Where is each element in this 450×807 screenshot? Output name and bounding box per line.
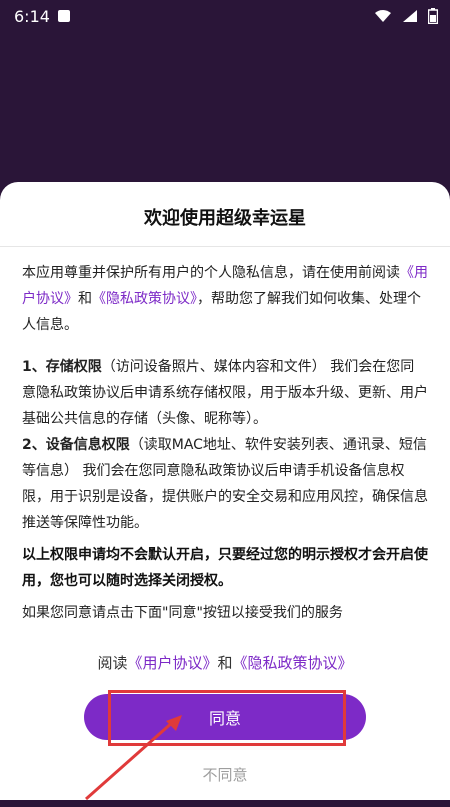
status-time: 6:14 xyxy=(14,7,50,26)
permission-storage: 1、存储权限（访问设备照片、媒体内容和文件） 我们会在您同意隐私政策协议后申请系… xyxy=(22,354,428,432)
status-bar: 6:14 xyxy=(0,0,450,34)
intro-paragraph: 本应用尊重并保护所有用户的个人隐私信息，请在使用前阅读《用户协议》和《隐私政策协… xyxy=(22,260,428,338)
signal-icon xyxy=(403,10,417,22)
status-icons xyxy=(374,8,438,24)
intro-text: 本应用尊重并保护所有用户的个人隐私信息，请在使用前阅读 xyxy=(22,265,400,281)
read-agreements-line: 阅读《用户协议》和《隐私政策协议》 xyxy=(0,652,450,673)
notice-text: 以上权限申请均不会默认开启，只要经过您的明示授权才会开启使用，您也可以随时选择关… xyxy=(22,547,428,589)
privacy-policy-link[interactable]: 《隐私政策协议》 xyxy=(92,291,197,307)
battery-icon xyxy=(428,8,438,24)
closing-text: 如果您同意请点击下面"同意"按钮以接受我们的服务 xyxy=(22,605,343,621)
annotation-arrow-icon xyxy=(85,715,182,801)
wifi-icon xyxy=(375,10,391,22)
notification-a-icon xyxy=(58,10,70,22)
read-prefix: 阅读 xyxy=(97,654,128,672)
dialog-content: 本应用尊重并保护所有用户的个人隐私信息，请在使用前阅读《用户协议》和《隐私政策协… xyxy=(22,260,428,626)
permission-device: 2、设备信息权限（读取MAC地址、软件安装列表、通讯录、短信等信息） 我们会在您… xyxy=(22,432,428,536)
disagree-button[interactable]: 不同意 xyxy=(0,764,450,785)
divider xyxy=(0,246,450,247)
privacy-dialog: 欢迎使用超级幸运星 本应用尊重并保护所有用户的个人隐私信息，请在使用前阅读《用户… xyxy=(0,182,450,801)
and-text: 和 xyxy=(78,291,92,307)
permission-title: 2、设备信息权限 xyxy=(22,437,130,453)
and-text: 和 xyxy=(217,654,233,672)
privacy-policy-link[interactable]: 《隐私政策协议》 xyxy=(233,654,353,672)
dialog-title: 欢迎使用超级幸运星 xyxy=(144,208,306,229)
permission-title: 1、存储权限 xyxy=(22,359,102,375)
user-agreement-link[interactable]: 《用户协议》 xyxy=(127,654,217,672)
